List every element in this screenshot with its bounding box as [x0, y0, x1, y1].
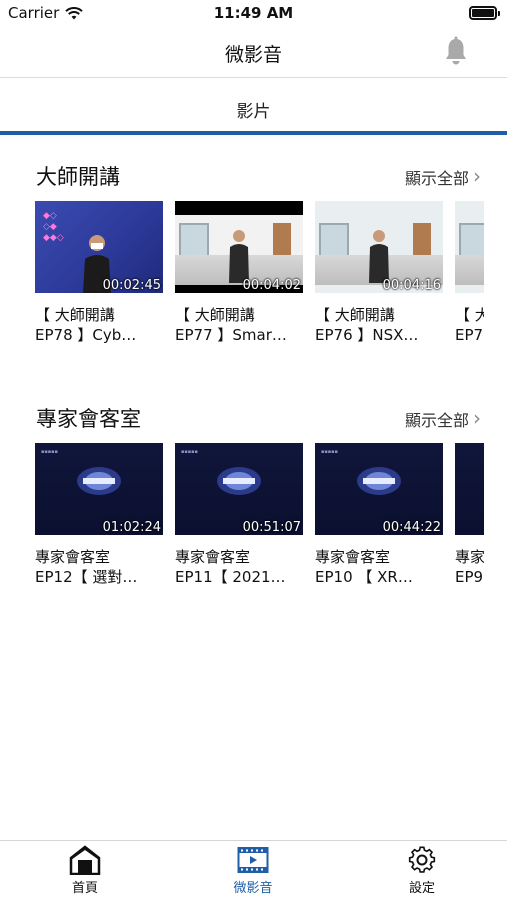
video-thumbnail[interactable]: ▪▪▪▪▪ 00:51:07: [175, 443, 303, 535]
video-title-line2: EP10 【 XR…: [315, 568, 413, 586]
video-title-line2: EP7: [455, 326, 484, 344]
video-thumbnail[interactable]: [455, 443, 484, 535]
video-title-line2: EP77 】Smar…: [175, 326, 287, 344]
show-emblem: [77, 467, 121, 495]
video-duration: 00:02:45: [102, 278, 161, 293]
show-emblem: [357, 467, 401, 495]
video-card[interactable]: ◆◇ ◇◆ ◆◆◇ 00:02:45 【 大師開講 EP78 】Cyb…: [35, 201, 163, 345]
video-title-line2: EP12【 選對…: [35, 568, 138, 586]
home-icon: [69, 845, 101, 875]
tab-videos-bottom[interactable]: 微影音: [203, 845, 303, 896]
video-title-line1: 【 大師開講: [315, 306, 395, 324]
thumbnail-artwork: ◆◇ ◇◆ ◆◆◇: [43, 211, 64, 243]
video-card[interactable]: 00:04:02 【 大師開講 EP77 】Smar…: [175, 201, 303, 345]
video-duration: 00:51:07: [242, 520, 301, 535]
video-title-line1: 【 大師開講: [175, 306, 255, 324]
video-duration: 00:04:16: [382, 278, 441, 293]
video-carousel[interactable]: ▪▪▪▪▪ 01:02:24 專家會客室 EP12【 選對… ▪▪▪▪▪ 00:…: [35, 443, 484, 603]
video-card[interactable]: 【 大 EP7: [455, 201, 484, 345]
video-card[interactable]: ▪▪▪▪▪ 00:44:22 專家會客室 EP10 【 XR…: [315, 443, 443, 587]
video-card[interactable]: ▪▪▪▪▪ 01:02:24 專家會客室 EP12【 選對…: [35, 443, 163, 587]
navigation-bar: 微影音: [0, 28, 507, 78]
video-thumbnail[interactable]: 00:04:16: [315, 201, 443, 293]
video-duration: 00:44:22: [382, 520, 441, 535]
video-thumbnail[interactable]: ◆◇ ◇◆ ◆◆◇ 00:02:45: [35, 201, 163, 293]
video-card[interactable]: 00:04:16 【 大師開講 EP76 】NSX…: [315, 201, 443, 345]
video-title-line1: 專家: [455, 548, 484, 566]
tab-settings[interactable]: 設定: [372, 845, 472, 896]
show-emblem: [217, 467, 261, 495]
show-all-label: 顯示全部: [404, 169, 469, 188]
tab-settings-label: 設定: [408, 881, 435, 896]
show-all-button[interactable]: 顯示全部 ›: [405, 165, 481, 189]
section-title: 專家會客室: [36, 407, 141, 431]
video-title-line2: EP9: [455, 568, 484, 586]
section-header: 大師開講 顯示全部 ›: [0, 157, 507, 193]
video-title-line1: 專家會客室: [35, 548, 111, 566]
video-title: 【 大 EP7: [455, 305, 484, 345]
section-master-lectures: 大師開講 顯示全部 › ◆◇ ◇◆ ◆◆◇ 00:02:45 【 大師開講 EP78…: [0, 157, 507, 367]
tab-home[interactable]: 首頁: [35, 845, 135, 896]
video-thumbnail[interactable]: 00:04:02: [175, 201, 303, 293]
video-title-line2: EP76 】NSX…: [315, 326, 419, 344]
section-header: 專家會客室 顯示全部 ›: [0, 399, 507, 435]
video-title: 專家會客室 EP12【 選對…: [35, 547, 163, 587]
video-title: 專家會客室 EP10 【 XR…: [315, 547, 443, 587]
video-thumbnail[interactable]: [455, 201, 484, 293]
video-tab[interactable]: 影片: [0, 79, 507, 135]
status-bar: Carrier 11:49 AM: [0, 0, 507, 28]
tab-videos-label: 微影音: [233, 881, 273, 896]
section-title: 大師開講: [36, 165, 120, 189]
video-title-line1: 【 大: [455, 306, 484, 324]
video-duration: 00:04:02: [242, 278, 301, 293]
chevron-right-icon: ›: [473, 164, 481, 188]
video-title-line2: EP78 】Cyb…: [35, 326, 137, 344]
video-title: 【 大師開講 EP77 】Smar…: [175, 305, 303, 345]
video-thumbnail[interactable]: ▪▪▪▪▪ 01:02:24: [35, 443, 163, 535]
presenter-figure: [369, 230, 389, 283]
clock: 11:49 AM: [213, 4, 294, 22]
video-title-line1: 【 大師開講: [35, 306, 115, 324]
bottom-tab-bar: 首頁 微影音 設定: [0, 840, 507, 900]
tab-underline: [0, 131, 507, 135]
presenter-figure: [229, 230, 249, 283]
video-duration: 01:02:24: [102, 520, 161, 535]
tab-videos[interactable]: 影片: [0, 97, 507, 122]
video-title: 【 大師開講 EP76 】NSX…: [315, 305, 443, 345]
show-all-label: 顯示全部: [404, 411, 469, 430]
film-icon: [237, 847, 269, 873]
tab-home-label: 首頁: [71, 881, 98, 896]
page-title: 微影音: [224, 44, 282, 66]
video-title: 【 大師開講 EP78 】Cyb…: [35, 305, 163, 345]
video-card[interactable]: 專家 EP9: [455, 443, 484, 587]
video-title-line1: 專家會客室: [175, 548, 251, 566]
video-card[interactable]: ▪▪▪▪▪ 00:51:07 專家會客室 EP11【 2021…: [175, 443, 303, 587]
battery-icon: [469, 6, 500, 20]
section-expert-lounge: 專家會客室 顯示全部 › ▪▪▪▪▪ 01:02:24 專家會客室 EP12【 …: [0, 399, 507, 609]
video-thumbnail[interactable]: ▪▪▪▪▪ 00:44:22: [315, 443, 443, 535]
video-title-line1: 專家會客室: [315, 548, 391, 566]
gear-icon: [408, 846, 436, 873]
video-title-line2: EP11【 2021…: [175, 568, 286, 586]
bell-icon[interactable]: [443, 36, 469, 66]
video-title: 專家 EP9: [455, 547, 484, 587]
video-title: 專家會客室 EP11【 2021…: [175, 547, 303, 587]
show-all-button[interactable]: 顯示全部 ›: [405, 407, 481, 431]
chevron-right-icon: ›: [473, 406, 481, 430]
video-carousel[interactable]: ◆◇ ◇◆ ◆◆◇ 00:02:45 【 大師開講 EP78 】Cyb… 00:…: [35, 201, 484, 361]
